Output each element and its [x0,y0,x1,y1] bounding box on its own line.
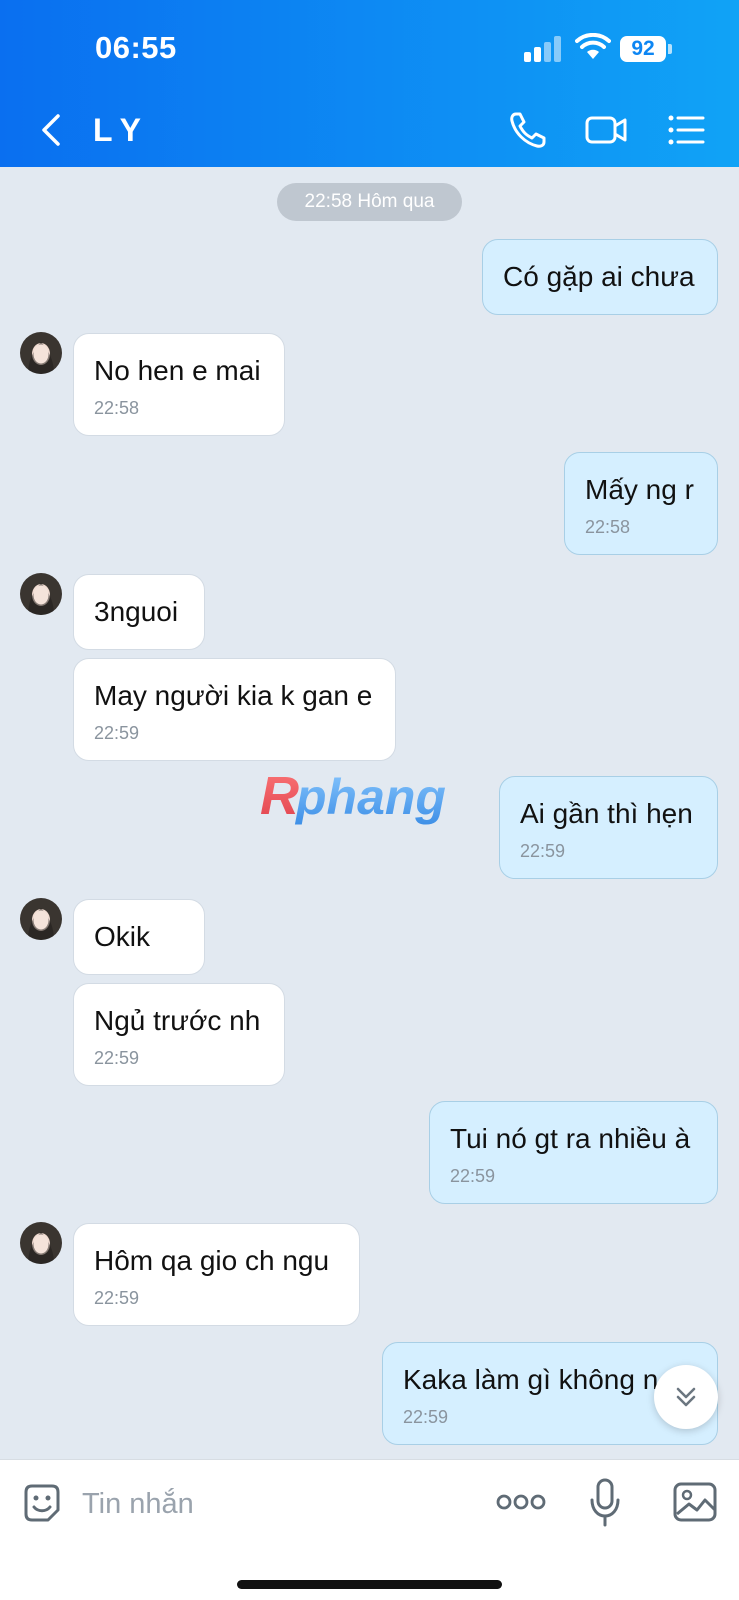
message-time: 22:59 [450,1166,496,1186]
cellular-signal-icon [524,36,564,62]
contact-name[interactable]: LY [93,112,151,149]
message-input[interactable]: Tin nhắn [82,1482,462,1526]
message-text: Kaka làm gì không n [403,1364,659,1395]
sticker-icon[interactable] [20,1482,64,1526]
wifi-icon [575,33,611,59]
watermark-logo: R phang [260,768,446,826]
message-text: Ai gần thì hẹn [520,798,693,829]
microphone-icon[interactable] [588,1478,622,1528]
message-bubble-outgoing[interactable]: Tui nó gt ra nhiều à 22:59 [429,1101,718,1204]
message-composer: Tin nhắn [0,1459,739,1600]
message-bubble-outgoing[interactable]: Ai gần thì hẹn 22:59 [499,776,718,879]
message-bubble-outgoing[interactable]: Có gặp ai chưa [482,239,718,315]
message-time: 22:59 [520,841,566,861]
message-text: Ngủ trước nh [94,1005,261,1036]
chevron-down-icon [676,1387,696,1407]
message-bubble-incoming[interactable]: Ngủ trước nh 22:59 [73,983,285,1086]
message-bubble-incoming[interactable]: Hôm qa gio ch ngu 22:59 [73,1223,360,1326]
video-call-icon[interactable] [584,108,628,152]
avatar[interactable] [20,573,62,615]
avatar[interactable] [20,1222,62,1264]
date-separator: 22:58 Hôm qua [277,183,462,221]
message-bubble-incoming[interactable]: No hen e mai 22:58 [73,333,285,436]
message-time: 22:59 [403,1407,449,1427]
message-text: Hôm qa gio ch ngu [94,1245,330,1276]
home-indicator [237,1580,502,1589]
svg-text:phang: phang [294,769,446,825]
message-time: 22:59 [94,723,140,743]
avatar[interactable] [20,332,62,374]
message-bubble-incoming[interactable]: May người kia k gan e 22:59 [73,658,396,761]
message-bubble-incoming[interactable]: Okik [73,899,205,975]
message-text: Okik [94,921,150,952]
phone-icon[interactable] [506,108,550,152]
message-text: Mấy ng r [585,474,694,505]
more-icon[interactable] [496,1490,546,1514]
battery-icon: 92 [620,36,672,62]
message-bubble-outgoing[interactable]: Mấy ng r 22:58 [564,452,718,555]
message-text: May người kia k gan e [94,680,373,711]
list-menu-icon[interactable] [665,108,709,152]
avatar[interactable] [20,898,62,940]
message-time: 22:58 [585,517,631,537]
svg-text:R: R [260,768,299,826]
chat-header: 06:55 92 LY [0,0,739,167]
message-text: Có gặp ai chưa [503,261,695,292]
message-time: 22:58 [94,398,140,418]
back-icon[interactable] [34,110,70,150]
message-text: No hen e mai [94,355,261,386]
message-text: 3nguoi [94,596,179,627]
message-text: Tui nó gt ra nhiều à [450,1123,691,1154]
message-time: 22:59 [94,1048,140,1068]
image-icon[interactable] [673,1482,717,1522]
message-time: 22:59 [94,1288,140,1308]
battery-level: 92 [620,36,666,62]
scroll-to-bottom-button[interactable] [654,1365,718,1429]
message-bubble-incoming[interactable]: 3nguoi [73,574,205,650]
status-time: 06:55 [95,30,177,65]
